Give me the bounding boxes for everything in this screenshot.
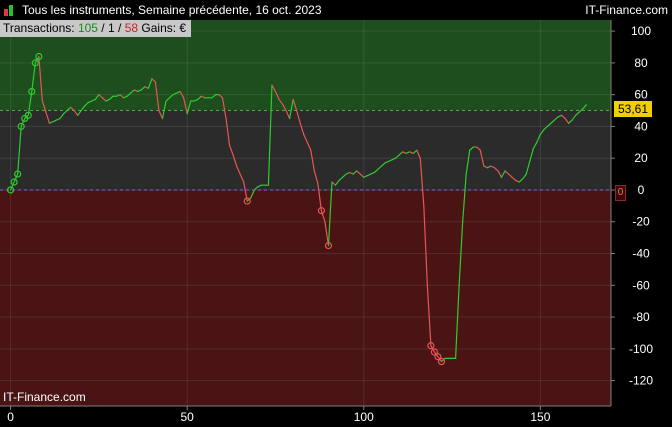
loss-zone <box>0 189 611 406</box>
wins-count: 105 <box>77 21 98 35</box>
x-tick-label: 50 <box>181 410 195 424</box>
pnl-chart: 100806040200-20-40-60-80-100-1200 50 100 15… <box>0 20 653 424</box>
x-tick-label: 100 <box>354 410 374 424</box>
y-tick-label: 0 <box>638 183 645 197</box>
gains-label: Gains: € <box>141 21 187 35</box>
neutral-zone <box>0 110 611 190</box>
y-tick-label: -60 <box>632 278 650 292</box>
chart-title: Tous les instruments, Semaine précédente… <box>22 3 322 17</box>
y-tick-label: -100 <box>629 342 653 356</box>
y-tick-label: -40 <box>632 247 650 261</box>
x-tick-label: 150 <box>530 410 550 424</box>
y-tick-label: 60 <box>634 88 648 102</box>
stats-bar: Transactions: 105 / 1 / 58 Gains: € <box>0 20 192 37</box>
y-tick-label: 20 <box>634 151 648 165</box>
y-tick-label: 80 <box>634 56 648 70</box>
watermark: IT-Finance.com <box>3 390 86 404</box>
brand-link[interactable]: IT-Finance.com <box>585 0 668 20</box>
x-tick-label: 0 <box>7 410 14 424</box>
y-tick-label: 40 <box>634 119 648 133</box>
y-tick-label: -80 <box>632 310 650 324</box>
stats-separator: / <box>97 21 108 35</box>
y-tick-label: -120 <box>629 374 653 388</box>
last-value-badge: 53,61 <box>614 101 652 117</box>
y-tick-label: -20 <box>632 215 650 229</box>
y-tick-label: 100 <box>631 24 651 38</box>
neutral-count: 1 <box>107 21 115 35</box>
transactions-label: Transactions: <box>3 21 75 35</box>
chart-zones <box>0 20 611 406</box>
chart-app-icon <box>4 5 14 16</box>
title-bar: Tous les instruments, Semaine précédente… <box>0 0 672 20</box>
losses-count: 58 <box>124 21 139 35</box>
zero-marker-badge: 0 <box>615 185 626 201</box>
stats-separator: / <box>114 21 125 35</box>
